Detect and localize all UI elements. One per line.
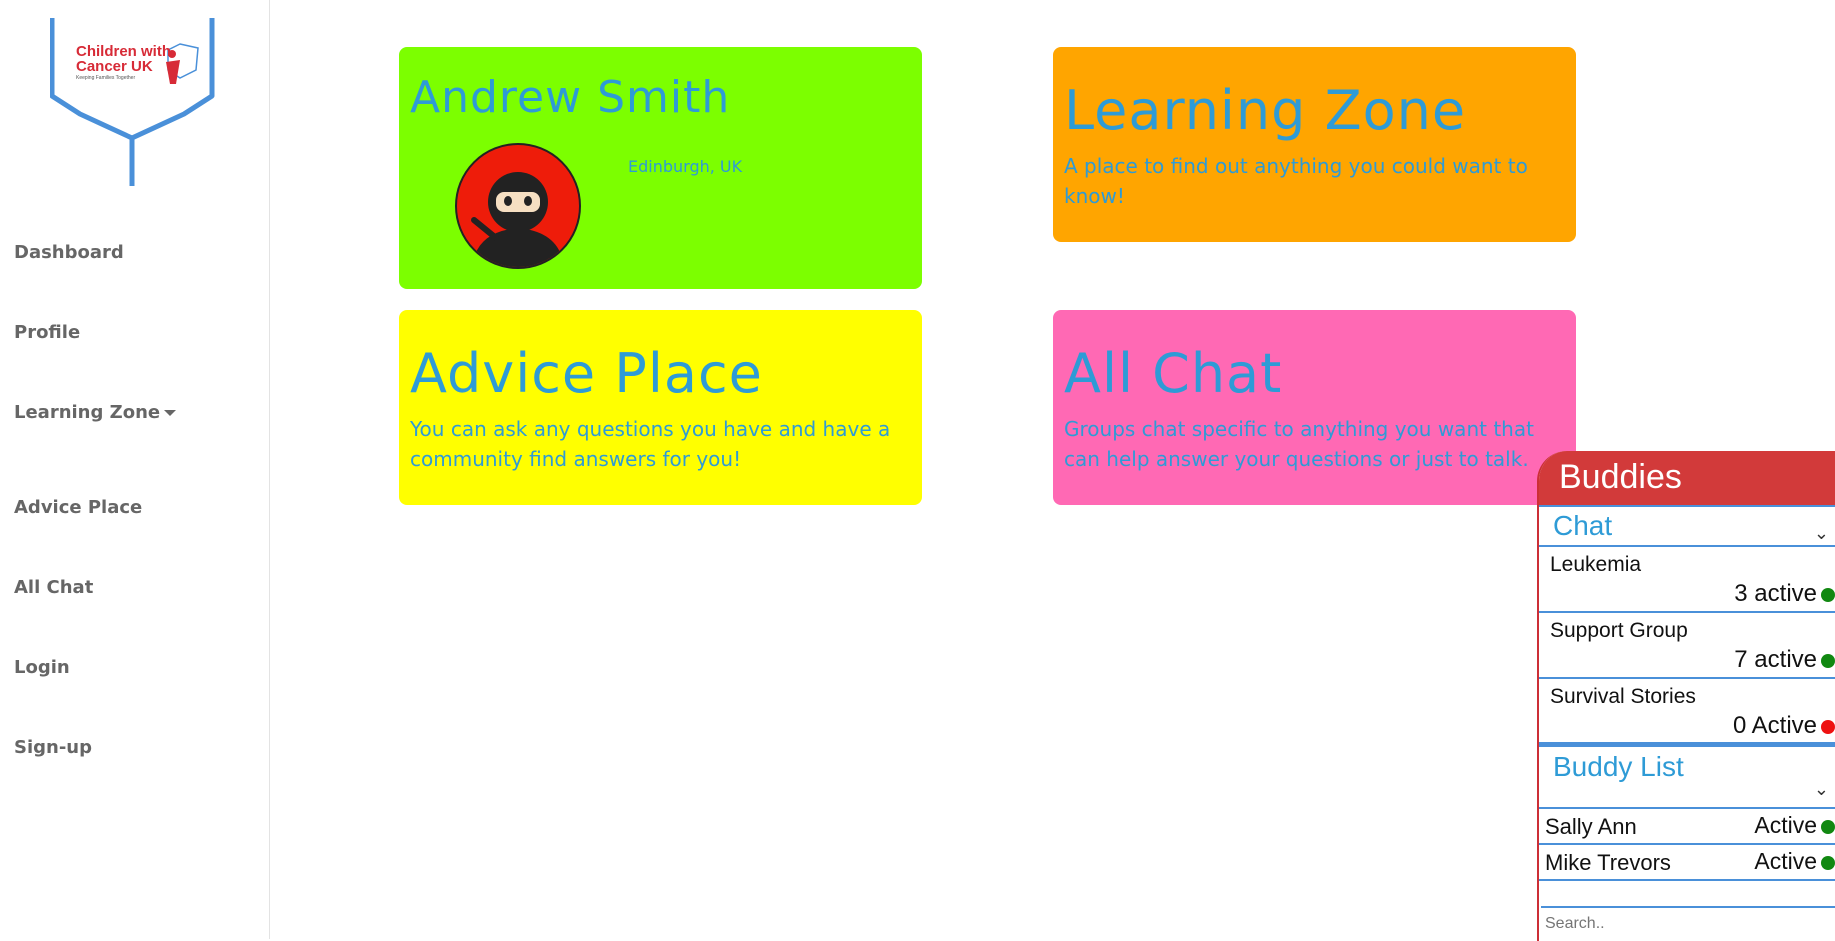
advice-place-desc: You can ask any questions you have and h… <box>410 417 891 471</box>
buddies-panel: Buddies Chat ⌄ Leukemia 3 active Support… <box>1537 451 1835 941</box>
logo-line1: Children with <box>76 43 171 60</box>
profile-card[interactable]: Andrew Smith Edinburgh, UK <box>399 47 922 289</box>
buddy-name: Sally Ann <box>1545 814 1637 839</box>
all-chat-card[interactable]: All Chat Groups chat specific to anythin… <box>1053 310 1576 505</box>
learning-zone-card[interactable]: Learning Zone A place to find out anythi… <box>1053 47 1576 242</box>
profile-name: Andrew Smith <box>410 72 731 123</box>
buddy-list-toggle[interactable]: Buddy List ⌄ <box>1539 745 1835 809</box>
buddy-row[interactable]: Sally Ann Active <box>1539 809 1835 845</box>
advice-place-card[interactable]: Advice Place You can ask any questions y… <box>399 310 922 505</box>
buddy-name: Mike Trevors <box>1545 850 1671 875</box>
buddy-search-input[interactable] <box>1541 906 1835 940</box>
learning-zone-title: Learning Zone <box>1064 79 1467 142</box>
chat-section-toggle[interactable]: Chat ⌄ <box>1539 505 1835 547</box>
nav-learning-zone[interactable]: Learning Zone <box>14 402 177 423</box>
avatar <box>454 142 581 269</box>
chat-room-row[interactable]: Survival Stories 0 Active <box>1539 679 1835 745</box>
buddy-row[interactable]: Mike Trevors Active <box>1539 845 1835 881</box>
nav-advice-place[interactable]: Advice Place <box>14 497 142 518</box>
ninja-avatar-icon <box>455 143 581 269</box>
nav-learning-zone-label: Learning Zone <box>14 402 161 423</box>
learning-zone-desc: A place to find out anything you could w… <box>1064 154 1528 208</box>
logo-tagline: Keeping Families Together <box>76 75 136 81</box>
status-dot-icon <box>1821 588 1835 602</box>
chat-room-count: 3 active <box>1734 580 1817 607</box>
status-dot-icon <box>1821 856 1835 870</box>
nav-all-chat[interactable]: All Chat <box>14 577 93 598</box>
buddies-title: Buddies <box>1539 451 1835 505</box>
advice-place-title: Advice Place <box>410 342 763 405</box>
nav-profile[interactable]: Profile <box>14 322 80 343</box>
chat-room-count: 7 active <box>1734 646 1817 673</box>
buddy-status: Active <box>1754 812 1817 838</box>
all-chat-desc: Groups chat specific to anything you wan… <box>1064 417 1534 471</box>
buddy-status: Active <box>1754 848 1817 874</box>
chat-room-name: Leukemia <box>1550 553 1642 576</box>
nav-dashboard[interactable]: Dashboard <box>14 242 124 263</box>
nav-sign-up[interactable]: Sign-up <box>14 737 92 758</box>
logo-line2: Cancer UK <box>76 58 153 75</box>
caret-down-icon <box>164 410 177 416</box>
status-dot-icon <box>1821 720 1835 734</box>
logo[interactable]: Children with Cancer UK Keeping Families… <box>50 18 220 188</box>
profile-location: Edinburgh, UK <box>628 157 743 176</box>
status-dot-icon <box>1821 654 1835 668</box>
chat-room-name: Support Group <box>1550 619 1688 642</box>
chevron-down-icon: ⌄ <box>1813 779 1829 800</box>
chat-room-count: 0 Active <box>1732 712 1817 739</box>
chat-room-row[interactable]: Support Group 7 active <box>1539 613 1835 679</box>
sidebar: Children with Cancer UK Keeping Families… <box>0 0 270 939</box>
chat-room-row[interactable]: Leukemia 3 active <box>1539 547 1835 613</box>
status-dot-icon <box>1821 820 1835 834</box>
chat-room-name: Survival Stories <box>1550 685 1696 708</box>
all-chat-title: All Chat <box>1064 342 1283 405</box>
buddy-list-label: Buddy List <box>1553 751 1684 782</box>
nav-login[interactable]: Login <box>14 657 70 678</box>
chat-section-label: Chat <box>1553 510 1613 541</box>
